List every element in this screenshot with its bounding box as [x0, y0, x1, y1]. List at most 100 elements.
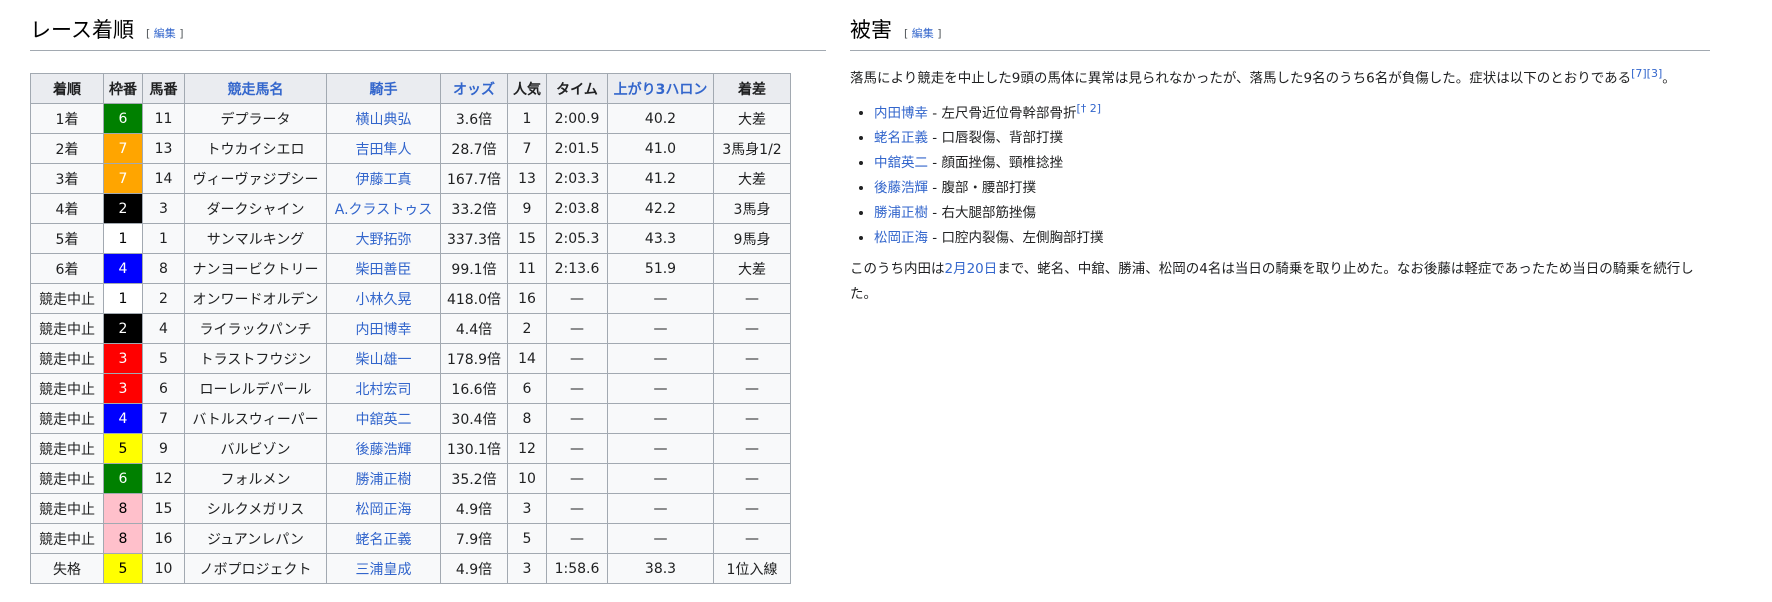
jockey-link[interactable]: 柴田善臣 — [356, 262, 412, 278]
cell-margin: 大差 — [713, 103, 791, 134]
cell-frame: 4 — [103, 403, 143, 434]
cell-horse: ジュアンレパン — [184, 523, 327, 554]
list-item: 蛯名正義 - 口唇裂傷、背部打撲 — [874, 126, 1710, 151]
cell-num: 13 — [142, 133, 185, 164]
cell-horse: オンワードオルデン — [184, 283, 327, 314]
cell-frame: 1 — [103, 223, 143, 254]
jockey-link[interactable]: 内田博幸 — [356, 322, 412, 338]
injury-detail: - 口腔内裂傷、左側胸部打撲 — [928, 230, 1104, 246]
section-title: レース着順 — [30, 18, 134, 42]
header-frame: 枠番 — [103, 73, 143, 104]
cell-pos: 競走中止 — [30, 313, 104, 344]
jockey-link[interactable]: 大野拓弥 — [356, 232, 412, 248]
cell-margin: 大差 — [713, 253, 791, 284]
cell-time: — — [546, 403, 608, 434]
header-odds-link[interactable]: オッズ — [453, 82, 495, 98]
cell-odds: 35.2倍 — [440, 463, 508, 494]
cell-pop: 3 — [507, 553, 547, 584]
header-jockey-link[interactable]: 騎手 — [370, 82, 398, 98]
cell-odds: 130.1倍 — [440, 433, 508, 464]
jockey-link[interactable]: 三浦皇成 — [356, 562, 412, 578]
cell-margin: — — [713, 373, 791, 404]
cell-odds: 4.9倍 — [440, 553, 508, 584]
intro-refs[interactable]: [7][3] — [1631, 67, 1662, 80]
cell-margin: 1位入線 — [713, 553, 791, 584]
intro-paragraph: 落馬により競走を中止した9頭の馬体に異常は見られなかったが、落馬した9名のうち6… — [850, 67, 1676, 87]
cell-jockey: A.クラストゥス — [326, 193, 441, 224]
cell-up: 51.9 — [607, 253, 714, 284]
cell-time: — — [546, 433, 608, 464]
cell-time: 1:58.6 — [546, 553, 608, 584]
cell-time: 2:05.3 — [546, 223, 608, 254]
cell-jockey: 勝浦正樹 — [326, 463, 441, 494]
header-pos: 着順 — [30, 73, 104, 104]
jockey-link[interactable]: 中舘英二 — [356, 412, 412, 428]
injury-detail: - 顔面挫傷、頸椎捻挫 — [928, 155, 1063, 171]
cell-horse: デプラータ — [184, 103, 327, 134]
cell-pop: 5 — [507, 523, 547, 554]
jockey-name-link[interactable]: 松岡正海 — [874, 230, 928, 246]
jockey-link[interactable]: 蛯名正義 — [356, 532, 412, 548]
cell-odds: 418.0倍 — [440, 283, 508, 314]
header-horse-link[interactable]: 競走馬名 — [228, 82, 284, 98]
cell-up: 38.3 — [607, 553, 714, 584]
list-item: 勝浦正樹 - 右大腿部筋挫傷 — [874, 201, 1710, 226]
jockey-link[interactable]: A.クラストゥス — [335, 202, 433, 218]
cell-horse: サンマルキング — [184, 223, 327, 254]
jockey-name-link[interactable]: 内田博幸 — [874, 105, 928, 121]
cell-num: 6 — [142, 373, 185, 404]
cell-pop: 9 — [507, 193, 547, 224]
cell-horse: ヴィーヴァジプシー — [184, 163, 327, 194]
jockey-name-link[interactable]: 中舘英二 — [874, 155, 928, 171]
cell-pop: 11 — [507, 253, 547, 284]
cell-num: 3 — [142, 193, 185, 224]
header-pop: 人気 — [507, 73, 547, 104]
jockey-link[interactable]: 柴山雄一 — [356, 352, 412, 368]
table-row: 競走中止 8 15 シルクメガリス 松岡正海 4.9倍 3— — — — [30, 493, 791, 524]
cell-pos: 競走中止 — [30, 463, 104, 494]
header-margin: 着差 — [713, 73, 791, 104]
edit-link[interactable]: 編集 — [912, 27, 934, 40]
cell-margin: — — [713, 283, 791, 314]
footnote-ref[interactable]: [† 2] — [1076, 102, 1101, 115]
cell-jockey: 横山典弘 — [326, 103, 441, 134]
jockey-link[interactable]: 伊藤工真 — [356, 172, 412, 188]
cell-margin: — — [713, 313, 791, 344]
table-row: 6着 4 8 ナンヨービクトリー 柴田善臣 99.1倍 11 2:13.6 51.9 大差 — [30, 253, 791, 284]
cell-time: — — [546, 523, 608, 554]
cell-jockey: 小林久晃 — [326, 283, 441, 314]
cell-frame: 5 — [103, 553, 143, 584]
cell-jockey: 蛯名正義 — [326, 523, 441, 554]
jockey-link[interactable]: 小林久晃 — [356, 292, 412, 308]
cell-horse: バトルスウィーパー — [184, 403, 327, 434]
injury-detail: - 左尺骨近位骨幹部骨折 — [928, 105, 1077, 121]
header-jockey: 騎手 — [326, 73, 441, 104]
cell-horse: ダークシャイン — [184, 193, 327, 224]
jockey-link[interactable]: 後藤浩輝 — [356, 442, 412, 458]
jockey-name-link[interactable]: 蛯名正義 — [874, 130, 928, 146]
cell-up: — — [607, 463, 714, 494]
jockey-link[interactable]: 北村宏司 — [356, 382, 412, 398]
jockey-link[interactable]: 松岡正海 — [356, 502, 412, 518]
table-row: 競走中止 2 4 ライラックパンチ 内田博幸 4.4倍 2— — — — [30, 313, 791, 344]
cell-num: 12 — [142, 463, 185, 494]
cell-pos: 3着 — [30, 163, 104, 194]
cell-frame: 7 — [103, 133, 143, 164]
date-link[interactable]: 2月20日 — [945, 261, 998, 277]
table-row: 3着 7 14 ヴィーヴァジプシー 伊藤工真 167.7倍 13 2:03.3 41.2 大差 — [30, 163, 791, 194]
cell-margin: — — [713, 433, 791, 464]
cell-up: 41.2 — [607, 163, 714, 194]
jockey-name-link[interactable]: 勝浦正樹 — [874, 205, 928, 221]
cell-pos: 競走中止 — [30, 343, 104, 374]
jockey-name-link[interactable]: 後藤浩輝 — [874, 180, 928, 196]
edit-link[interactable]: 編集 — [154, 27, 176, 40]
cell-horse: ライラックパンチ — [184, 313, 327, 344]
header-odds: オッズ — [440, 73, 508, 104]
jockey-link[interactable]: 吉田隼人 — [356, 142, 412, 158]
results-body: 1着 6 11 デプラータ 横山典弘 3.6倍 1 2:00.9 40.2 大差 2着 7 13 トウカイ… — [30, 103, 791, 584]
jockey-link[interactable]: 勝浦正樹 — [356, 472, 412, 488]
jockey-link[interactable]: 横山典弘 — [356, 112, 412, 128]
header-up-link[interactable]: 上がり3ハロン — [614, 82, 708, 98]
cell-odds: 7.9倍 — [440, 523, 508, 554]
cell-odds: 337.3倍 — [440, 223, 508, 254]
